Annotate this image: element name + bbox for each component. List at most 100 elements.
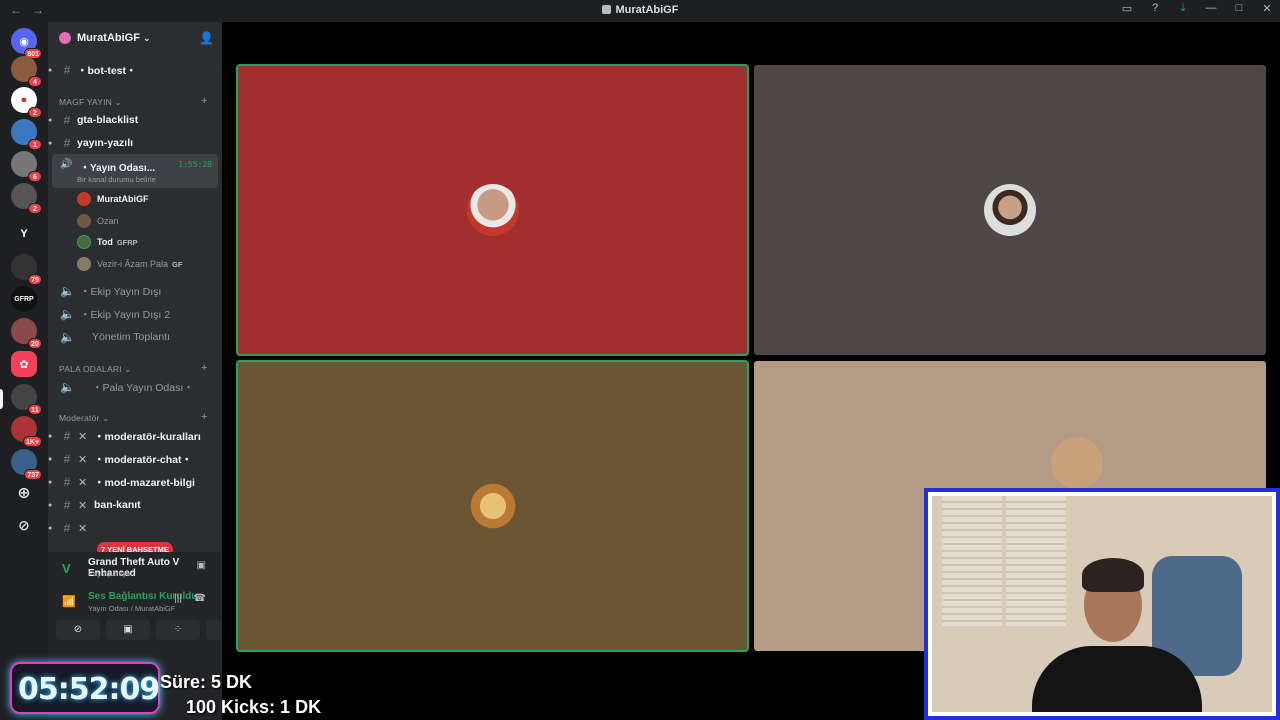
user-tag: GFRP — [116, 237, 138, 247]
server-header[interactable]: MuratAbiGF ⌄ 👤 — [48, 22, 222, 54]
disconnect-icon[interactable]: ☎ — [194, 593, 206, 604]
server-icon-9[interactable]: 1K+ — [11, 416, 42, 447]
activities-icon[interactable]: ⁘ — [156, 620, 200, 640]
unread-dot-icon: ● — [48, 116, 53, 124]
window-title: MuratAbiGF — [0, 4, 1280, 16]
user-tag: GF — [172, 259, 183, 269]
channel-label: ・moderatör-chat・ — [94, 453, 193, 466]
screen-share-icon[interactable]: ▣ — [106, 620, 150, 640]
voice-user[interactable]: Ozan — [77, 212, 119, 230]
server-icon-2[interactable]: ● 2 — [11, 87, 42, 118]
server-icon-7[interactable]: 20 — [11, 318, 42, 349]
speaker-icon: 🔊 — [60, 159, 73, 170]
selected-server-pip — [0, 389, 3, 409]
participant-tile[interactable] — [236, 360, 749, 652]
channel-bot-test[interactable]: ● # ・bot-test・ — [48, 60, 222, 80]
hash-icon: # — [63, 63, 71, 77]
swords-icon: ✕ — [78, 453, 88, 466]
close-icon[interactable]: ✕ — [1260, 2, 1274, 15]
title-bar: ← → MuratAbiGF ▭ ? ⤓ — □ ✕ — [0, 0, 1280, 22]
swords-icon: ✕ — [78, 522, 88, 535]
channel-label: ban-kanıt — [94, 499, 141, 511]
server-icon-10[interactable]: 737 — [11, 449, 42, 480]
participant-tile[interactable] — [236, 64, 749, 356]
window-title-text: MuratAbiGF — [615, 4, 679, 16]
server-name: MuratAbiGF — [77, 32, 140, 44]
voice-channel-yonetim[interactable]: 🔈 Yönetim Toplantı — [48, 327, 222, 347]
add-channel-icon[interactable]: + — [201, 411, 208, 423]
hash-icon: # — [63, 521, 71, 535]
add-member-icon[interactable]: 👤 — [199, 31, 214, 45]
channel-label: ・Ekip Yayın Dışı 2 — [80, 308, 171, 321]
window-shutter — [1006, 496, 1066, 626]
swords-icon: ✕ — [78, 430, 88, 443]
channel-gta-blacklist[interactable]: ● # gta-blacklist — [48, 110, 222, 130]
voice-channel-status[interactable]: Bir kanal durumu belirle — [77, 175, 156, 184]
help-icon[interactable]: ? — [1148, 2, 1162, 15]
server-icon-3[interactable]: 1 — [11, 119, 42, 150]
voice-channel-ekip-2[interactable]: 🔈 ・Ekip Yayın Dışı 2 — [48, 304, 222, 324]
voice-channel-name: ・Yayın Odası... — [80, 163, 156, 174]
speaker-icon: 🔈 — [60, 307, 75, 321]
avatar — [984, 184, 1036, 236]
stream-timer: 05:52:09 — [10, 662, 160, 714]
home-button[interactable]: ◉ 801 — [11, 28, 42, 59]
share-screen-icon[interactable]: ▣ — [197, 560, 206, 571]
category-magf[interactable]: MAGF YAYIN ⌄ + — [59, 95, 207, 108]
channel-mod-mazaret[interactable]: ● # ✕ ・mod-mazaret-bilgi — [48, 472, 222, 492]
add-server-icon[interactable]: ⊕ — [11, 480, 37, 506]
server-icon-5[interactable]: 2 — [11, 183, 42, 214]
voice-channel-pala[interactable]: 🔈 ・Pala Yayın Odası・ — [48, 377, 222, 397]
voice-channel-active[interactable]: 🔊 ・Yayın Odası... 1:55:28 Bir kanal duru… — [52, 154, 218, 188]
server-gfrp[interactable]: GFRP — [11, 286, 37, 312]
unread-dot-icon: ● — [48, 432, 53, 440]
channel-mod-chat[interactable]: ● # ✕ ・moderatör-chat・ — [48, 449, 222, 469]
category-moderator[interactable]: Moderatör ⌄ + — [59, 411, 207, 424]
download-icon[interactable]: ⤓ — [1176, 2, 1190, 15]
server-icon-8[interactable]: ✿ — [11, 351, 37, 377]
channel-hidden[interactable]: ● # ✕ — [48, 518, 222, 538]
server-badge: 79 — [28, 274, 42, 285]
window-shutter — [942, 496, 1002, 626]
voice-user[interactable]: MuratAbiGF — [77, 190, 149, 208]
server-icon-6[interactable]: 79 — [11, 254, 42, 285]
forward-arrow-icon[interactable]: → — [32, 3, 44, 17]
noise-suppression-icon[interactable]: ||| — [174, 593, 182, 604]
channel-mod-kurallari[interactable]: ● # ✕ ・moderatör-kuralları — [48, 426, 222, 446]
category-pala[interactable]: PALA ODALARI ⌄ + — [59, 362, 207, 375]
back-arrow-icon[interactable]: ← — [10, 3, 22, 17]
server-badge: 1 — [28, 139, 42, 150]
window-controls: ▭ ? ⤓ — □ ✕ — [1120, 2, 1274, 15]
speaker-icon: 🔈 — [60, 330, 75, 344]
add-channel-icon[interactable]: + — [201, 95, 208, 107]
server-icon-1[interactable]: 4 — [11, 56, 42, 87]
activity-panel: V Grand Theft Auto V Enhanced Paylaşılmı… — [48, 552, 222, 582]
webcam-overlay — [924, 488, 1280, 720]
unread-dot-icon: ● — [48, 455, 53, 463]
avatar — [77, 235, 91, 249]
inbox-icon[interactable]: ▭ — [1120, 2, 1134, 15]
camera-off-icon[interactable]: ⊘ — [56, 620, 100, 640]
voice-user[interactable]: Vezir-i Âzam Pala GF — [77, 255, 182, 273]
add-channel-icon[interactable]: + — [201, 362, 208, 374]
minimize-icon[interactable]: — — [1204, 2, 1218, 15]
category-label: Moderatör — [59, 413, 100, 423]
voice-user[interactable]: Tod GFRP — [77, 233, 138, 251]
signal-icon: 📶 — [62, 596, 76, 608]
channel-yayin-yazili[interactable]: ● # yayın-yazılı — [48, 133, 222, 153]
server-badge: 1K+ — [22, 436, 42, 447]
server-letter-y[interactable]: Y — [11, 221, 37, 247]
server-icon-selected[interactable]: 11 — [11, 384, 42, 415]
chevron-down-icon: ⌄ — [142, 32, 151, 43]
maximize-icon[interactable]: □ — [1232, 2, 1246, 15]
avatar — [77, 192, 91, 206]
participant-tile[interactable] — [754, 65, 1266, 355]
server-icon-4[interactable]: 6 — [11, 151, 42, 182]
voice-channel-ekip[interactable]: 🔈 ・Ekip Yayın Dışı — [48, 281, 222, 301]
server-icon — [601, 5, 611, 14]
explore-icon[interactable]: ⊘ — [11, 512, 37, 538]
unread-dot-icon: ● — [48, 139, 53, 147]
channel-ban-kanit[interactable]: ● # ✕ ban-kanıt — [48, 495, 222, 515]
server-badge: 11 — [28, 404, 42, 415]
channel-label: ・Pala Yayın Odası・ — [92, 381, 194, 394]
